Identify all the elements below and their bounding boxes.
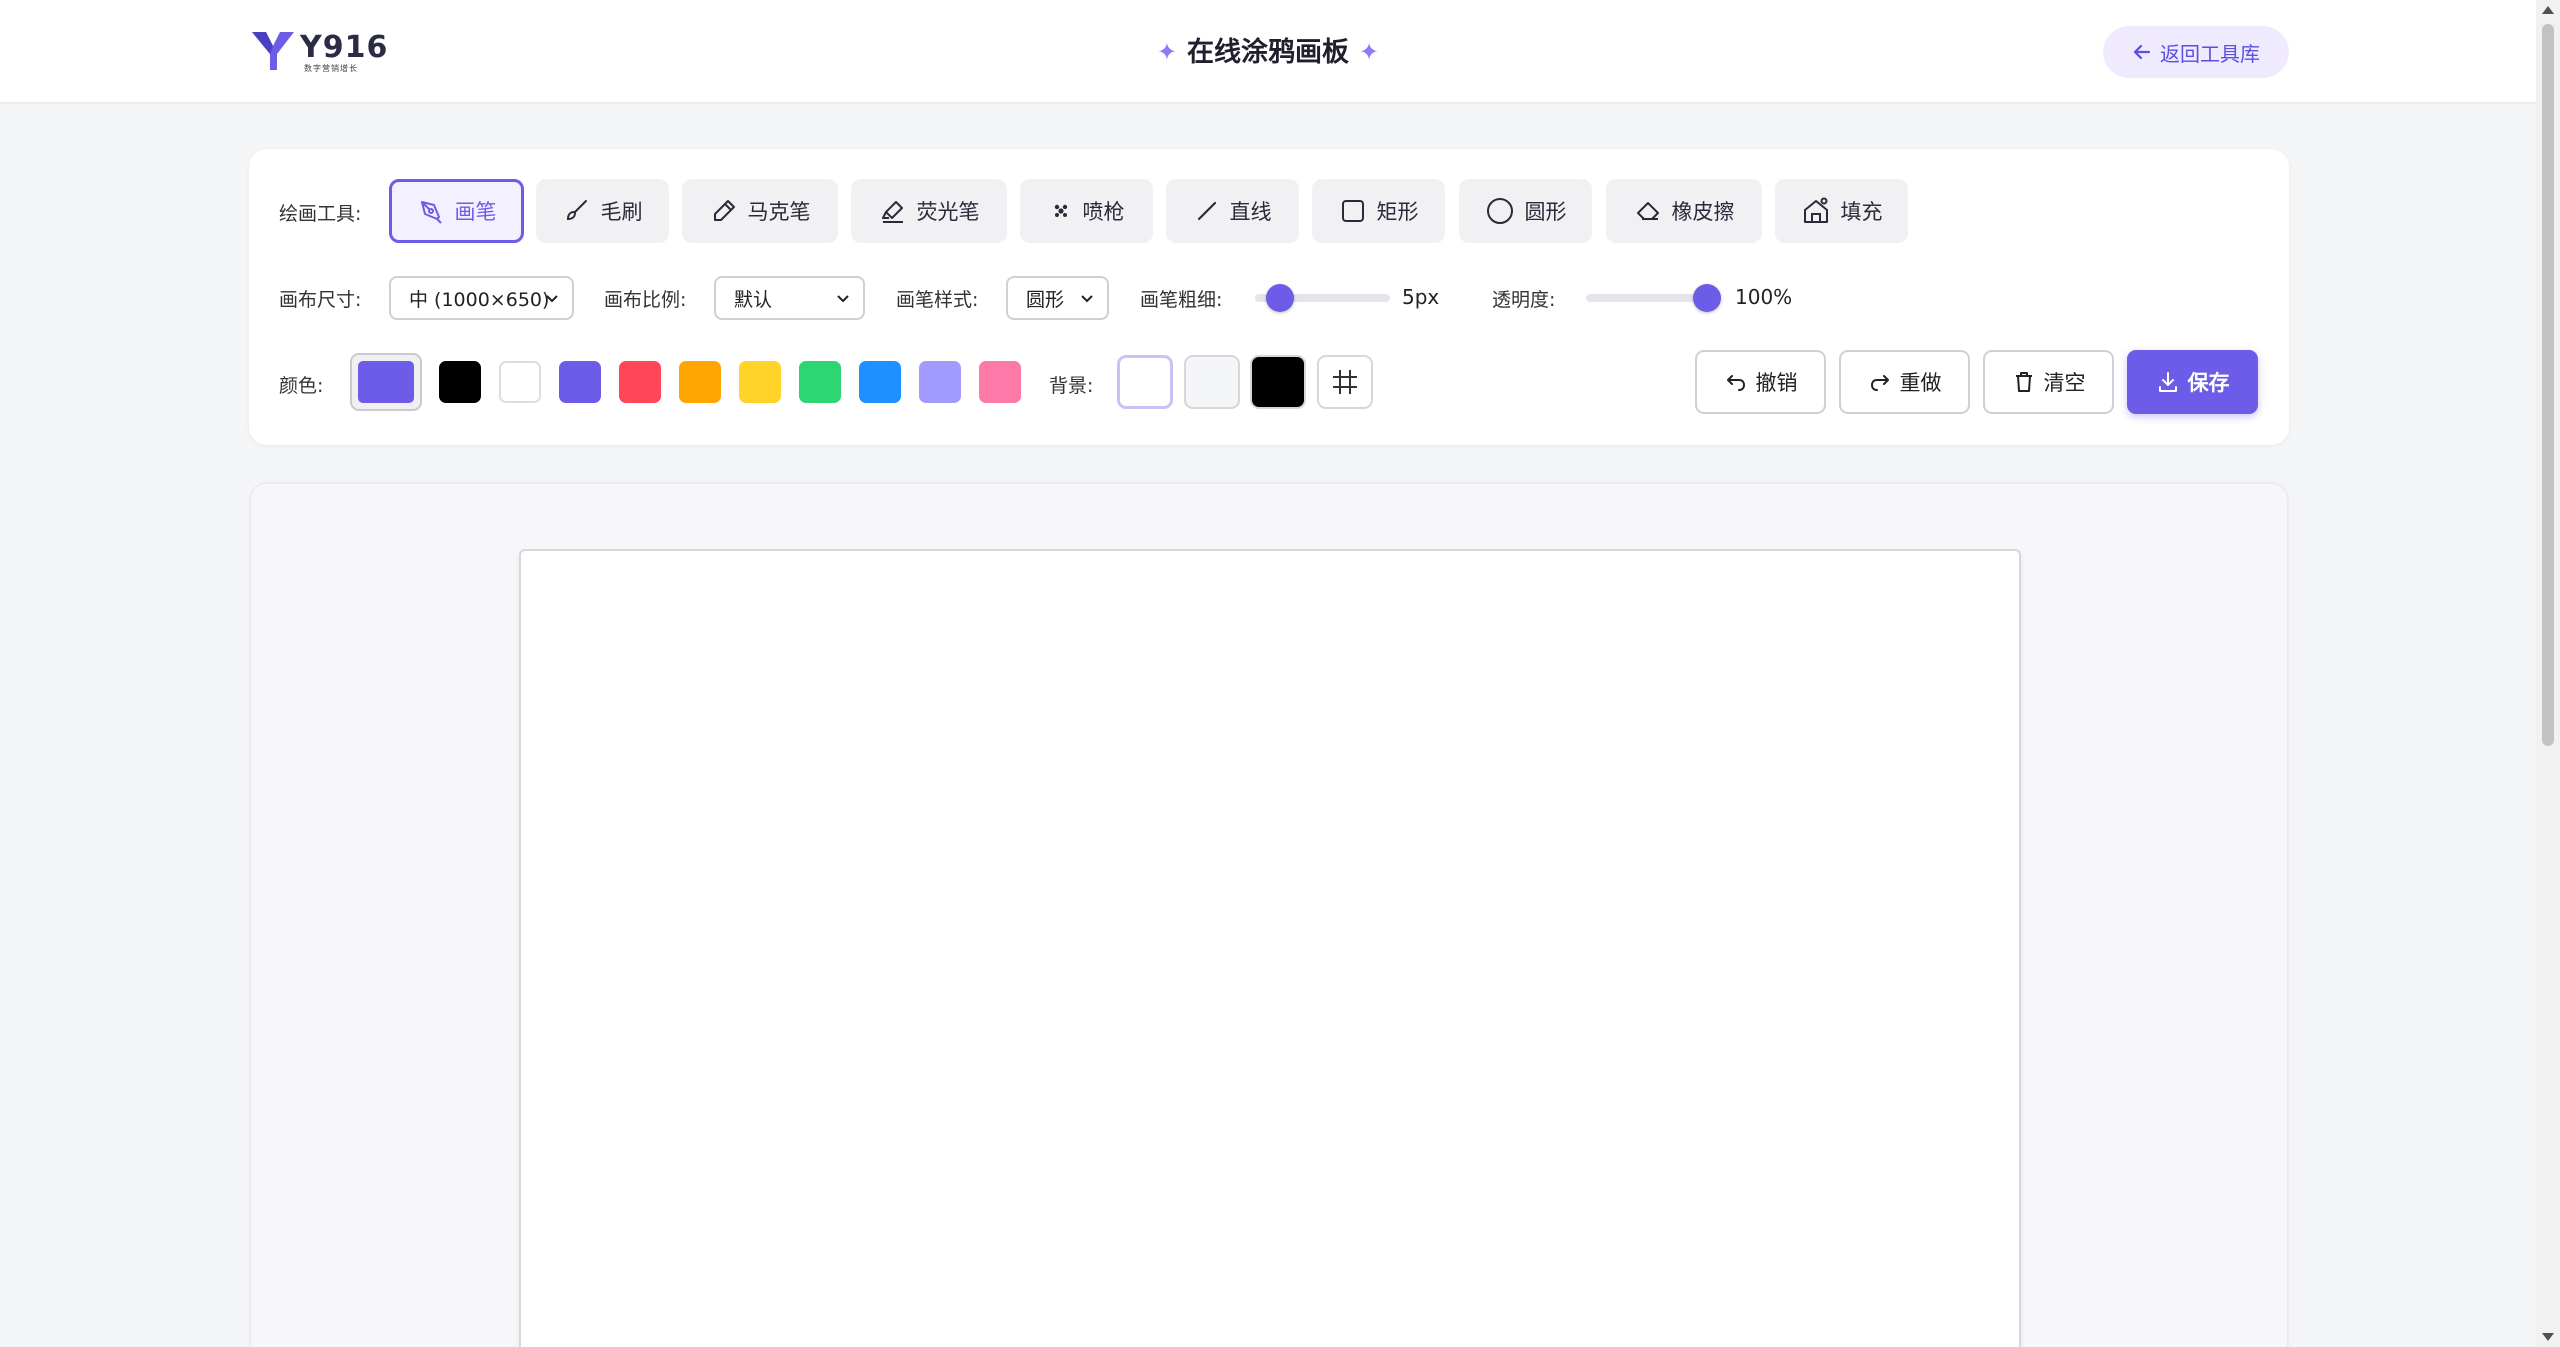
tool-label: 矩形 [1376,200,1419,224]
back-to-tools-label: 返回工具库 [2160,41,2260,66]
color-swatch[interactable] [859,361,901,403]
opacity-value: 100% [1735,285,1793,309]
color-swatch[interactable] [439,361,481,403]
spray-icon [1054,204,1067,217]
tool-line-button[interactable]: 直线 [1166,179,1299,243]
page-title: 在线涂鸦画板 [1187,37,1349,68]
color-swatch[interactable] [739,361,781,403]
brush-width-label: 画笔粗细: [1140,289,1223,311]
clear-label: 清空 [2043,371,2086,395]
tool-highlighter-button[interactable]: 荧光笔 [851,179,1007,243]
brush-width-value: 5px [1402,285,1440,309]
color-swatch[interactable] [799,361,841,403]
color-swatch[interactable] [919,361,961,403]
canvas-ratio-select[interactable]: 默认 [714,276,865,320]
canvas-size-label: 画布尺寸: [279,289,362,311]
tool-spray-button[interactable]: 喷枪 [1020,179,1153,243]
brush-style-value: 圆形 [1026,288,1065,311]
current-color-fill [358,361,414,403]
opacity-label: 透明度: [1492,289,1556,311]
tool-label: 圆形 [1524,200,1567,224]
tool-marker-button[interactable]: 马克笔 [682,179,838,243]
tool-label: 喷枪 [1082,200,1125,224]
background-label: 背景: [1049,375,1094,397]
bg-black-swatch[interactable] [1250,355,1306,409]
bg-white-swatch[interactable] [1117,355,1173,409]
tools-label: 绘画工具: [279,203,362,225]
tool-fill-button[interactable]: 填充 [1775,179,1908,243]
tool-rectangle-button[interactable]: 矩形 [1312,179,1445,243]
tool-pen-button[interactable]: 画笔 [389,179,524,243]
tool-label: 画笔 [454,200,497,224]
tool-circle-button[interactable]: 圆形 [1459,179,1592,243]
canvas-ratio-label: 画布比例: [604,289,687,311]
clear-button[interactable]: 清空 [1983,350,2114,414]
bg-grid-swatch[interactable] [1317,355,1373,409]
sparkle-icon: ✦ [1359,38,1380,66]
eraser-icon [1636,202,1659,220]
marker-icon [713,200,735,221]
color-swatch[interactable] [559,361,601,403]
fill-bucket-icon [1803,197,1828,223]
canvas-size-select[interactable]: 中 (1000×650) [389,276,574,320]
rectangle-icon [1341,200,1364,222]
brush-icon [566,200,587,221]
brush-width-slider-thumb[interactable] [1265,284,1294,312]
grid-icon [1333,370,1357,394]
scroll-thumb[interactable] [2542,24,2554,746]
tool-label: 马克笔 [747,200,811,224]
redo-icon [1870,375,1889,391]
tool-eraser-button[interactable]: 橡皮擦 [1606,179,1762,243]
highlighter-icon [881,201,903,223]
canvas-ratio-value: 默认 [734,288,773,311]
undo-button[interactable]: 撤销 [1695,350,1826,414]
current-color-swatch[interactable] [350,353,422,411]
tool-label: 橡皮擦 [1671,200,1735,224]
back-to-tools-button[interactable]: 返回工具库 [2103,26,2289,78]
pen-icon [420,201,442,224]
save-label: 保存 [2187,371,2230,395]
chevron-down-icon [546,295,558,303]
trash-icon [2015,372,2032,392]
undo-label: 撤销 [1755,371,1798,395]
page-scrollbar[interactable] [2536,0,2560,1347]
redo-label: 重做 [1899,371,1942,395]
chevron-down-icon [1081,295,1093,303]
tool-label: 填充 [1840,200,1883,224]
tool-label: 直线 [1229,200,1272,224]
brush-style-select[interactable]: 圆形 [1006,276,1109,320]
header: Y916 数字营销增长 ✦ 在线涂鸦画板 ✦ 返回工具库 [0,0,2536,104]
undo-icon [1726,375,1745,391]
circle-icon [1486,198,1513,224]
sparkle-icon: ✦ [1156,38,1177,66]
download-icon [2158,372,2177,392]
opacity-slider-thumb[interactable] [1693,284,1721,312]
canvas-container [249,482,2289,1347]
tool-label: 毛刷 [600,200,643,224]
redo-button[interactable]: 重做 [1839,350,1970,414]
color-swatch[interactable] [619,361,661,403]
toolbar-panel: 绘画工具: 画笔 毛刷 马克笔 荧光笔 喷枪 直线 矩形 圆形 橡皮擦 填充 画… [249,149,2289,445]
color-swatch[interactable] [979,361,1021,403]
tool-label: 荧光笔 [916,200,980,224]
brush-style-label: 画笔样式: [896,289,979,311]
drawing-canvas[interactable] [519,549,2021,1347]
scroll-down-arrow[interactable] [2542,1333,2554,1341]
chevron-down-icon [837,295,849,303]
scroll-up-arrow[interactable] [2542,6,2554,14]
line-icon [1197,201,1216,221]
color-swatch[interactable] [679,361,721,403]
save-button[interactable]: 保存 [2127,350,2258,414]
arrow-left-icon [2133,44,2151,60]
canvas-size-value: 中 (1000×650) [409,288,550,311]
bg-light-gray-swatch[interactable] [1184,355,1240,409]
color-swatch[interactable] [499,361,541,403]
tool-brush-button[interactable]: 毛刷 [536,179,669,243]
color-label: 颜色: [279,375,324,397]
